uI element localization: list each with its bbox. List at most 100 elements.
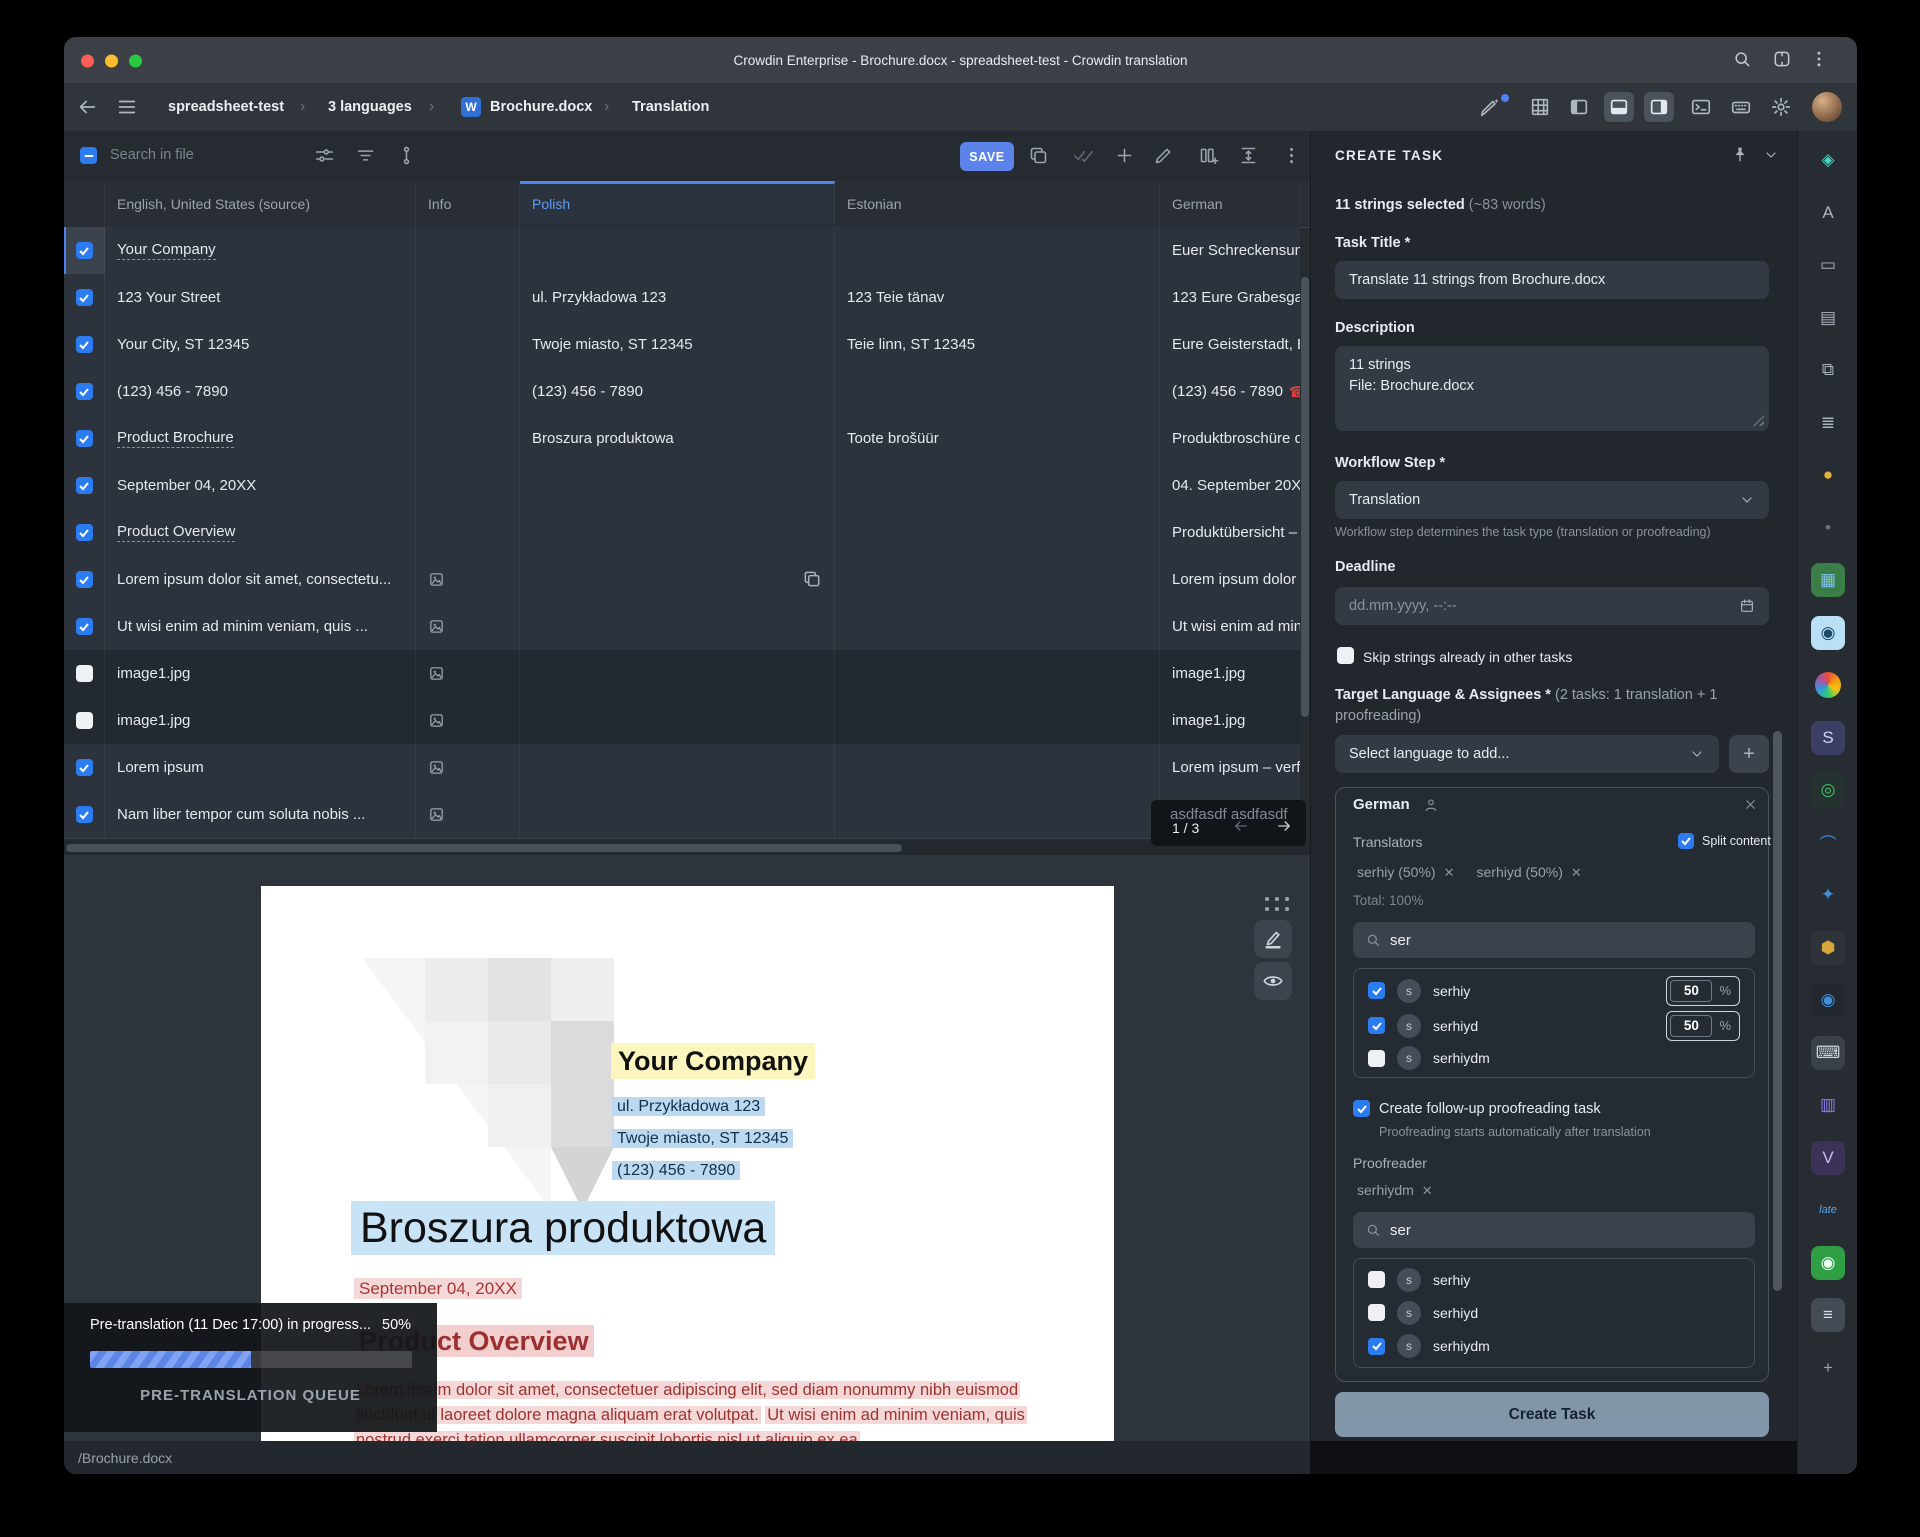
source-cell[interactable]: (123) 456 - 7890 (105, 368, 416, 415)
remove-language-icon[interactable] (1743, 797, 1758, 812)
menu-icon[interactable] (116, 96, 138, 118)
breadcrumb-step[interactable]: Translation (632, 83, 709, 131)
source-cell[interactable]: September 04, 20XX (105, 462, 416, 509)
estonian-cell[interactable]: 123 Teie tänav (835, 274, 1160, 321)
table-row[interactable]: Lorem ipsum Lorem ipsum – verf (64, 744, 1300, 792)
source-cell[interactable]: Your City, ST 12345 (105, 321, 416, 368)
left-panel-icon[interactable] (1568, 96, 1590, 118)
column-header-polish[interactable]: Polish (520, 181, 835, 224)
edit-document-button[interactable] (1254, 920, 1292, 958)
estonian-cell[interactable] (835, 744, 1160, 791)
source-cell[interactable]: image1.jpg (105, 697, 416, 744)
german-cell[interactable]: Euer Schreckensunt (1160, 227, 1300, 274)
breadcrumb-file[interactable]: Brochure.docx (490, 83, 592, 131)
table-row[interactable]: Ut wisi enim ad minim veniam, quis ... U… (64, 603, 1300, 651)
table-row[interactable]: (123) 456 - 7890 (123) 456 - 7890 (123) … (64, 368, 1300, 416)
breadcrumb-languages[interactable]: 3 languages (328, 83, 412, 131)
source-cell[interactable]: Product Overview (105, 509, 416, 556)
assignee-option[interactable]: s serhiyd (1354, 1301, 1754, 1325)
estonian-cell[interactable]: Teie linn, ST 12345 (835, 321, 1160, 368)
assignee-checkbox[interactable] (1368, 1017, 1385, 1034)
s-app-icon[interactable]: S (1811, 721, 1845, 755)
duplicate-icon[interactable] (1028, 145, 1049, 166)
row-checkbox[interactable] (76, 618, 93, 635)
browser-search-icon[interactable] (1732, 49, 1752, 69)
translate-app-icon[interactable]: A (1811, 196, 1845, 230)
collage-app-icon[interactable]: ▦ (1811, 563, 1845, 597)
german-cell[interactable]: Produktübersicht – (1160, 509, 1300, 556)
source-cell[interactable]: 123 Your Street (105, 274, 416, 321)
scrollbar-thumb[interactable] (66, 844, 902, 852)
estonian-cell[interactable] (835, 227, 1160, 274)
table-horizontal-scrollbar[interactable] (64, 841, 1310, 855)
keyboard-icon[interactable] (1730, 96, 1752, 118)
browser-extensions-icon[interactable] (1772, 49, 1792, 69)
german-cell[interactable]: image1.jpg (1160, 650, 1300, 697)
table-row[interactable]: Product Overview Produktübersicht – (64, 509, 1300, 557)
drag-handle-icon[interactable] (1265, 897, 1292, 914)
row-checkbox[interactable] (76, 524, 93, 541)
source-cell[interactable]: Lorem ipsum dolor sit amet, consectetu..… (105, 556, 416, 603)
row-checkbox[interactable] (76, 289, 93, 306)
table-row[interactable]: image1.jpg image1.jpg (64, 650, 1300, 698)
user-avatar[interactable] (1812, 92, 1842, 122)
assignee-option[interactable]: s serhiy 50% (1354, 976, 1754, 1006)
breadcrumb-project[interactable]: spreadsheet-test (168, 83, 284, 131)
german-cell[interactable]: Ut wisi enim ad min (1160, 603, 1300, 650)
column-header-source[interactable]: English, United States (source) (105, 181, 416, 227)
add-app-icon[interactable]: + (1811, 1351, 1845, 1385)
remove-tag-icon[interactable]: ✕ (1571, 865, 1582, 880)
approve-all-icon[interactable] (1073, 145, 1094, 166)
estonian-cell[interactable] (835, 462, 1160, 509)
german-cell[interactable]: Lorem ipsum – verf (1160, 744, 1300, 791)
add-language-button[interactable]: + (1729, 735, 1769, 773)
followup-checkbox[interactable] (1353, 1100, 1370, 1117)
purple-book-app-icon[interactable]: ▥ (1811, 1088, 1845, 1122)
workflow-step-select[interactable]: Translation (1335, 481, 1769, 519)
row-height-icon[interactable] (1238, 145, 1259, 166)
percent-input[interactable]: 50 (1670, 980, 1712, 1002)
column-header-estonian[interactable]: Estonian (835, 181, 1160, 227)
estonian-cell[interactable] (835, 603, 1160, 650)
adjust-filters-icon[interactable] (314, 145, 335, 166)
color-wheel-app-icon[interactable] (1811, 668, 1845, 702)
file-gear-app-icon[interactable]: ≣ (1811, 406, 1845, 440)
add-string-icon[interactable] (1114, 145, 1135, 166)
back-icon[interactable] (76, 96, 98, 118)
german-cell[interactable]: 123 Eure Grabesgas (1160, 274, 1300, 321)
assignee-option[interactable]: s serhiy (1354, 1268, 1754, 1292)
late-text-app-icon[interactable]: late (1811, 1193, 1845, 1227)
lens-app-icon[interactable]: ◉ (1811, 983, 1845, 1017)
bottom-panel-toggle[interactable] (1604, 92, 1634, 122)
split-content-checkbox[interactable] (1678, 833, 1694, 849)
checkbox-column-header[interactable] (64, 181, 105, 227)
source-cell[interactable]: Nam liber tempor cum soluta nobis ... (105, 791, 416, 838)
polish-cell[interactable] (520, 462, 835, 509)
blue-arc-app-icon[interactable]: ⌒ (1811, 826, 1845, 860)
blue-eye-app-icon[interactable]: ◉ (1811, 616, 1845, 650)
estonian-cell[interactable] (835, 556, 1160, 603)
console-icon[interactable] (1690, 96, 1712, 118)
source-cell[interactable]: Ut wisi enim ad minim veniam, quis ... (105, 603, 416, 650)
search-input[interactable]: Search in file (110, 147, 194, 163)
source-cell[interactable]: Your Company (105, 227, 416, 274)
polish-cell[interactable] (520, 227, 835, 274)
german-cell[interactable]: Eure Geisterstadt, B (1160, 321, 1300, 368)
proofreader-search-input[interactable]: ser (1353, 1212, 1755, 1248)
copy-source-icon[interactable] (802, 569, 822, 589)
percent-input[interactable]: 50 (1670, 1015, 1712, 1037)
german-cell[interactable]: (123) 456 - 7890☎ (1160, 368, 1300, 415)
deadline-input[interactable]: dd.mm.yyyy, --:-- (1335, 587, 1769, 625)
source-cell[interactable]: Product Brochure (105, 415, 416, 462)
assignee-checkbox[interactable] (1368, 1050, 1385, 1067)
german-cell[interactable]: Lorem ipsum dolor (1160, 556, 1300, 603)
settings-gear-icon[interactable] (1770, 96, 1792, 118)
row-checkbox[interactable] (76, 571, 93, 588)
commit-history-icon[interactable] (396, 145, 417, 166)
table-row[interactable]: image1.jpg image1.jpg (64, 697, 1300, 745)
row-checkbox[interactable] (76, 712, 93, 729)
pages-app-icon[interactable]: ⧉ (1811, 353, 1845, 387)
polish-cell[interactable] (520, 509, 835, 556)
cube-app-icon[interactable]: ⬢ (1811, 931, 1845, 965)
assignee-checkbox[interactable] (1368, 982, 1385, 999)
